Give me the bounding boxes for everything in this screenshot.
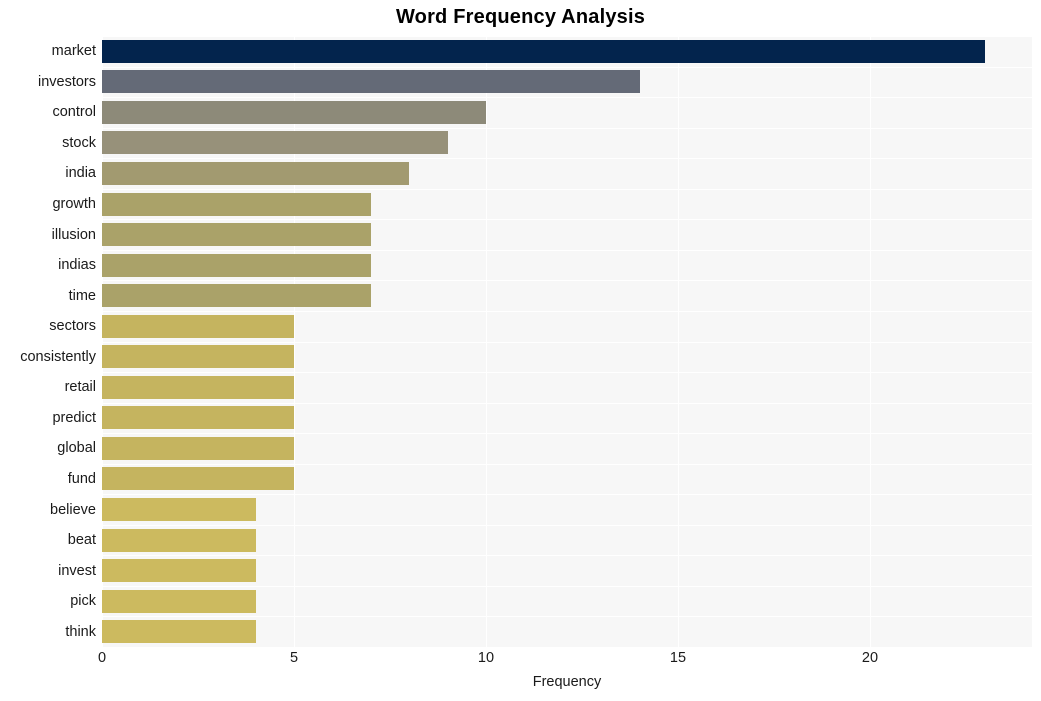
y-axis-label: invest xyxy=(58,562,96,579)
bar xyxy=(102,284,371,308)
y-axis-label: predict xyxy=(52,409,96,426)
x-axis-title: Frequency xyxy=(532,674,602,690)
x-axis-tick-label: 20 xyxy=(861,650,879,666)
bar xyxy=(102,498,256,522)
y-axis-label: pick xyxy=(70,593,96,610)
y-axis-label: market xyxy=(51,43,96,60)
y-gridline xyxy=(102,280,1032,282)
bar xyxy=(102,345,294,369)
bar xyxy=(102,100,486,124)
y-gridline xyxy=(102,402,1032,404)
y-gridline xyxy=(102,249,1032,251)
y-axis-label: consistently xyxy=(20,348,96,365)
y-gridline xyxy=(102,36,1032,37)
bar xyxy=(102,406,294,430)
y-axis-label: sectors xyxy=(49,318,96,335)
bar xyxy=(102,131,448,155)
bar xyxy=(102,467,294,491)
y-axis-label: investors xyxy=(37,73,96,90)
bar xyxy=(102,223,371,247)
y-axis-label: fund xyxy=(67,470,96,487)
y-gridline xyxy=(102,555,1032,557)
y-axis-label: retail xyxy=(64,379,96,396)
y-axis-labels: market investors control stock india growth il… xyxy=(0,36,96,647)
bar xyxy=(102,589,256,613)
bar xyxy=(102,161,410,185)
x-axis-tick-label: 5 xyxy=(289,650,299,666)
y-gridline xyxy=(102,188,1032,190)
plot-area xyxy=(102,36,1032,648)
bar xyxy=(102,192,371,216)
y-axis-label: global xyxy=(57,440,96,457)
bar xyxy=(102,375,294,399)
word-frequency-bar-chart: Word Frequency Analysis market investors c… xyxy=(0,0,1041,701)
bar xyxy=(102,70,640,94)
x-axis-tick-label: 0 xyxy=(97,650,107,666)
y-axis-label: growth xyxy=(52,196,96,213)
y-gridline xyxy=(102,524,1032,526)
y-gridline xyxy=(102,494,1032,496)
y-gridline xyxy=(102,372,1032,374)
y-gridline xyxy=(102,647,1032,648)
y-gridline xyxy=(102,433,1032,435)
y-gridline xyxy=(102,158,1032,160)
x-axis-tick-label: 10 xyxy=(477,650,495,666)
y-gridline xyxy=(102,66,1032,68)
y-axis-label: control xyxy=(52,104,96,121)
y-axis-label: illusion xyxy=(51,226,96,243)
y-axis-label: stock xyxy=(62,134,96,151)
bar xyxy=(102,559,256,583)
y-gridline xyxy=(102,616,1032,618)
y-gridline xyxy=(102,310,1032,312)
y-gridline xyxy=(102,585,1032,587)
bar xyxy=(102,528,256,552)
y-gridline xyxy=(102,341,1032,343)
y-axis-label: beat xyxy=(67,532,96,549)
y-gridline xyxy=(102,463,1032,465)
y-axis-label: believe xyxy=(50,501,96,518)
bar xyxy=(102,39,986,63)
bar xyxy=(102,436,294,460)
y-gridline xyxy=(102,127,1032,129)
bar xyxy=(102,253,371,277)
bar xyxy=(102,620,256,644)
x-axis-tick-label: 15 xyxy=(669,650,687,666)
y-gridline xyxy=(102,97,1032,99)
y-gridline xyxy=(102,219,1032,221)
y-axis-label: indias xyxy=(58,257,96,274)
chart-title: Word Frequency Analysis xyxy=(395,6,646,28)
y-axis-label: think xyxy=(65,623,96,640)
bar xyxy=(102,314,294,338)
y-axis-label: time xyxy=(68,287,96,304)
x-axis-ticks: 0 5 10 15 20 xyxy=(98,650,1032,672)
y-axis-label: india xyxy=(65,165,96,182)
